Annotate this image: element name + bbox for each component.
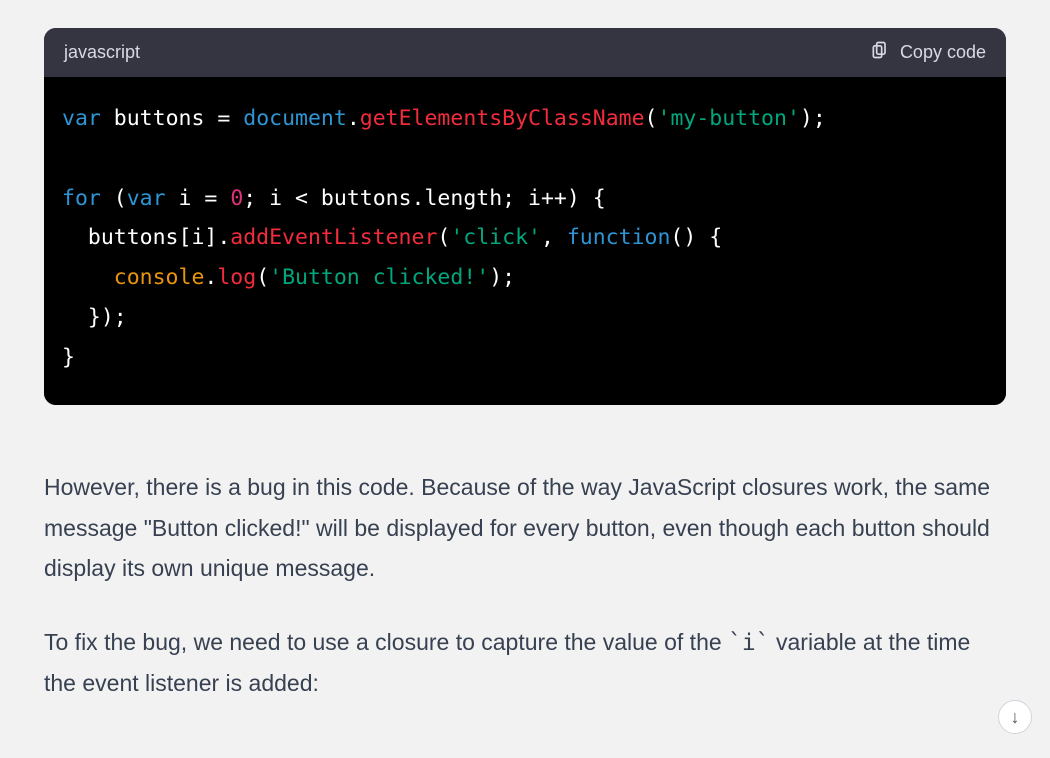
code-token [230, 106, 243, 131]
inline-code-i: `i` [728, 630, 770, 656]
code-token: ; i++) { [502, 186, 606, 211]
code-token [62, 265, 114, 290]
code-token: console [114, 265, 205, 290]
code-token: 0 [230, 186, 243, 211]
code-token: i = [166, 186, 231, 211]
code-token: } [62, 345, 75, 370]
copy-code-label: Copy code [900, 42, 986, 63]
code-token: ) { [683, 225, 722, 250]
clipboard-icon [870, 40, 890, 65]
language-label: javascript [64, 42, 140, 63]
code-token: ); [489, 265, 515, 290]
code-block: javascript Copy code var buttons = docum… [44, 28, 1006, 405]
copy-code-button[interactable]: Copy code [870, 40, 986, 65]
code-token: ; i < buttons. [243, 186, 424, 211]
code-header: javascript Copy code [44, 28, 1006, 77]
paragraph-bug-description: However, there is a bug in this code. Be… [44, 467, 1006, 588]
code-token: ( [101, 186, 127, 211]
code-token: 'Button clicked!' [269, 265, 489, 290]
code-token: = [217, 106, 230, 131]
code-token: . [204, 265, 217, 290]
code-token: ( [670, 225, 683, 250]
code-token: var [127, 186, 166, 211]
code-token: getElementsByClassName [360, 106, 645, 131]
code-token: 'my-button' [658, 106, 800, 131]
code-token: log [217, 265, 256, 290]
code-token: }); [62, 305, 127, 330]
code-token: buttons [101, 106, 218, 131]
code-token: ( [645, 106, 658, 131]
explanation-text: However, there is a bug in this code. Be… [44, 467, 1006, 703]
code-token: for [62, 186, 101, 211]
code-token: ); [800, 106, 826, 131]
code-token: function [567, 225, 671, 250]
code-token: buttons[i]. [62, 225, 230, 250]
code-token: ( [437, 225, 450, 250]
code-token: , [541, 225, 567, 250]
code-token: . [347, 106, 360, 131]
scroll-down-button[interactable]: ↓ [998, 700, 1032, 734]
code-token: length [424, 186, 502, 211]
code-token: ( [256, 265, 269, 290]
text-fragment: To fix the bug, we need to use a closure… [44, 629, 728, 655]
arrow-down-icon: ↓ [1011, 707, 1020, 728]
code-token: 'click' [450, 225, 541, 250]
code-token: document [243, 106, 347, 131]
paragraph-fix-intro: To fix the bug, we need to use a closure… [44, 622, 1006, 704]
code-body[interactable]: var buttons = document.getElementsByClas… [44, 77, 1006, 405]
code-token: addEventListener [230, 225, 437, 250]
code-token: var [62, 106, 101, 131]
